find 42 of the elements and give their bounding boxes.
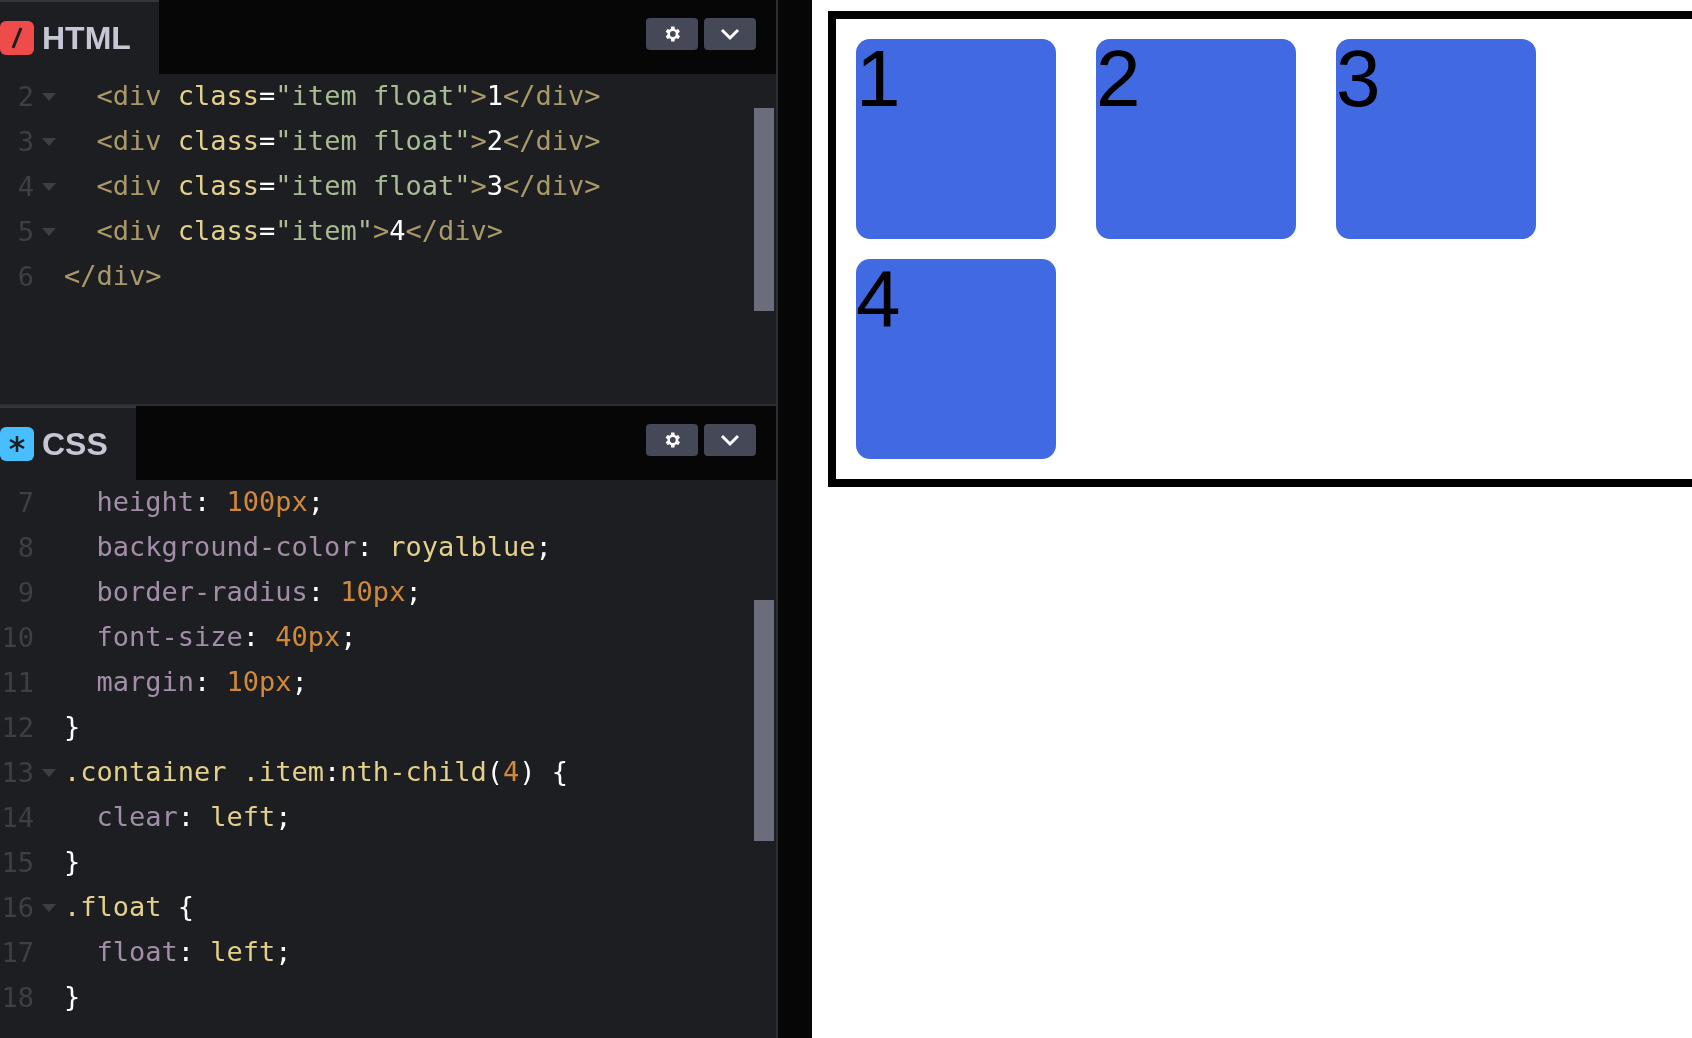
item-label: 3 <box>1336 34 1381 123</box>
code-line: </div> <box>64 259 162 294</box>
code-line: .container .item:nth-child(4) { <box>64 755 568 790</box>
settings-button[interactable] <box>646 18 698 50</box>
code-line: <div class="item float">2</div> <box>95 124 601 159</box>
chevron-down-icon <box>719 27 741 41</box>
collapse-button[interactable] <box>704 424 756 456</box>
fold-icon[interactable] <box>42 227 56 236</box>
code-line: float: left; <box>95 935 292 970</box>
item-label: 1 <box>856 34 901 123</box>
code-line: background-color: royalblue; <box>95 530 552 565</box>
tab-label: CSS <box>42 425 108 464</box>
editor-tab[interactable]: CSS <box>0 406 136 480</box>
code-line: .float { <box>64 890 195 925</box>
code-line: clear: left; <box>95 800 292 835</box>
code-line: font-size: 40px; <box>95 620 357 655</box>
settings-button[interactable] <box>646 424 698 456</box>
tab-label: HTML <box>42 19 131 58</box>
item-label: 4 <box>856 254 901 343</box>
code-line: <div class="item float">1</div> <box>95 79 601 114</box>
asterisk-icon <box>0 427 34 461</box>
scrollbar-thumb[interactable] <box>754 108 774 311</box>
scrollbar-thumb[interactable] <box>754 600 774 841</box>
chevron-down-icon <box>719 433 741 447</box>
fold-icon[interactable] <box>42 768 56 777</box>
collapse-button[interactable] <box>704 18 756 50</box>
fold-icon[interactable] <box>42 137 56 146</box>
gutter-bar[interactable] <box>778 0 812 1038</box>
item-label: 2 <box>1096 34 1141 123</box>
code-line: border-radius: 10px; <box>95 575 422 610</box>
code-line: <div class="item">4</div> <box>95 214 503 249</box>
code-line: height: 100px; <box>95 485 325 520</box>
code-line: } <box>64 980 81 1015</box>
fold-icon[interactable] <box>42 182 56 191</box>
code-line: } <box>64 710 81 745</box>
editor-tab[interactable]: HTML <box>0 0 159 74</box>
code-line: <div class="item float">3</div> <box>95 169 601 204</box>
code-line: } <box>64 845 81 880</box>
slash-icon <box>0 21 34 55</box>
fold-icon[interactable] <box>42 92 56 101</box>
code-line: margin: 10px; <box>95 665 308 700</box>
fold-icon[interactable] <box>42 903 56 912</box>
